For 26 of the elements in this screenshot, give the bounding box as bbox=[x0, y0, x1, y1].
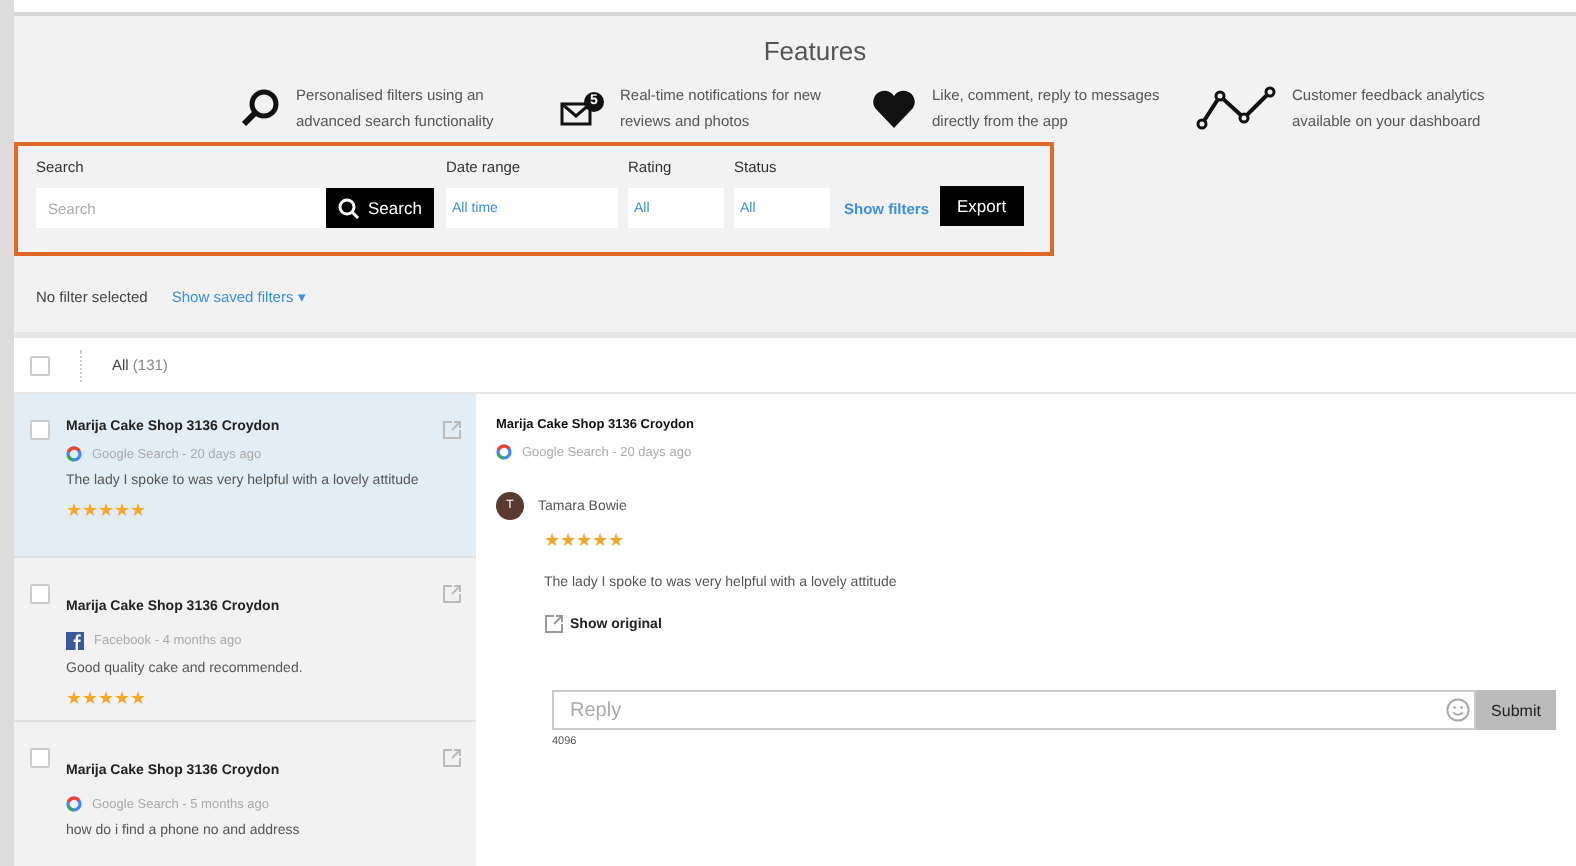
external-link-icon bbox=[544, 614, 564, 634]
checkbox[interactable] bbox=[30, 420, 50, 440]
external-link-icon[interactable] bbox=[442, 420, 462, 440]
external-link-icon[interactable] bbox=[442, 748, 462, 768]
checkbox[interactable] bbox=[30, 748, 50, 768]
search-icon bbox=[240, 88, 280, 128]
envelope-icon bbox=[560, 101, 592, 125]
emoji-icon[interactable] bbox=[1446, 698, 1470, 722]
external-link-icon[interactable] bbox=[442, 584, 462, 604]
star-rating: ★★★★★ bbox=[544, 530, 624, 550]
checkbox[interactable] bbox=[30, 584, 50, 604]
facebook-icon bbox=[66, 632, 84, 650]
star-rating: ★★★★★ bbox=[66, 688, 146, 708]
export-button[interactable]: Export bbox=[939, 186, 1025, 226]
google-icon bbox=[66, 796, 82, 812]
submit-button[interactable]: Submit bbox=[1476, 690, 1556, 730]
checkbox[interactable] bbox=[30, 355, 50, 375]
heart-icon bbox=[872, 89, 916, 127]
google-icon bbox=[496, 444, 512, 460]
star-rating: ★★★★★ bbox=[66, 500, 146, 520]
reply-field[interactable]: Reply bbox=[552, 690, 1476, 730]
search-button[interactable]: Search bbox=[326, 188, 434, 228]
line-chart-icon bbox=[1196, 86, 1276, 130]
google-icon bbox=[66, 446, 82, 462]
search-icon bbox=[338, 197, 360, 219]
features-title: Features bbox=[761, 36, 869, 66]
